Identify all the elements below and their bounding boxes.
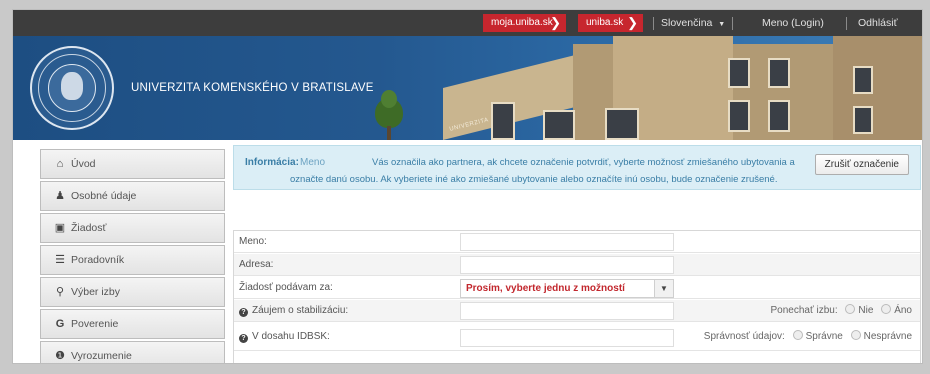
- building-window: [768, 100, 790, 132]
- radio-spravne[interactable]: [792, 330, 803, 340]
- sidebar-item-label: Poradovník: [71, 254, 125, 266]
- caret-down-icon: ▼: [718, 21, 726, 28]
- university-name: UNIVERZITA KOMENSKÉHO V BRATISLAVE: [131, 82, 374, 94]
- radio-nespravne-label: Nesprávne: [863, 331, 912, 342]
- stabilizacia-label: ? Záujem o stabilizáciu:: [239, 300, 348, 322]
- stabilizacia-label-text: Záujem o stabilizáciu:: [252, 305, 349, 316]
- separator: [653, 17, 654, 30]
- info-partner-name: Meno: [300, 157, 326, 168]
- building-window: [768, 58, 790, 88]
- radio-nie-label: Nie: [858, 305, 874, 316]
- adresa-field[interactable]: [460, 256, 674, 274]
- dosah-label-text: V dosahu IDBSK:: [252, 331, 330, 342]
- ziadost-label: Žiadosť podávam za:: [239, 282, 333, 293]
- building-window: [728, 58, 750, 88]
- sidebar-item-ziadost[interactable]: ▣ Žiadosť: [40, 213, 225, 243]
- radio-nespravne[interactable]: [850, 330, 861, 340]
- sidebar-item-label: Vyrozumenie: [71, 350, 132, 362]
- form-row-adresa: Adresa:: [234, 254, 920, 276]
- top-bar: moja.uniba.sk ❯ uniba.sk ❯ Slovenčina ▼ …: [13, 10, 922, 36]
- sidebar-item-uvod[interactable]: ⌂ Úvod: [40, 149, 225, 179]
- sidebar-item-poradovnik[interactable]: ☰ Poradovník: [40, 245, 225, 275]
- language-select[interactable]: Slovenčina ▼: [661, 10, 725, 36]
- sidebar-item-label: Úvod: [71, 158, 96, 170]
- sidebar-item-vyber-izby[interactable]: ⚲ Výber izby: [40, 277, 225, 307]
- sidebar-item-osobne-udaje[interactable]: ♟ Osobné údaje: [40, 181, 225, 211]
- application-form: Meno: Adresa: Žiadosť podávam za: Prosím…: [233, 230, 921, 363]
- tree-image: [371, 90, 407, 140]
- ziadost-select[interactable]: Prosím, vyberte jednu z možností ▼: [460, 279, 674, 298]
- university-seal-logo: [30, 46, 114, 130]
- uniba-link[interactable]: uniba.sk ❯: [578, 14, 643, 32]
- adresa-label: Adresa:: [239, 259, 274, 270]
- page-frame: moja.uniba.sk ❯ uniba.sk ❯ Slovenčina ▼ …: [12, 9, 923, 364]
- sidebar-item-label: Žiadosť: [71, 222, 107, 234]
- building-window: [543, 110, 575, 140]
- ponechat-izbu-group: Ponechať izbu: Nie Áno: [770, 300, 912, 322]
- building-window: [728, 100, 750, 132]
- form-row-dosah: ? V dosahu IDBSK: Správnosť údajov: Správ…: [234, 323, 920, 351]
- info-title: Informácia:: [245, 157, 299, 168]
- uniba-label: uniba.sk: [586, 17, 624, 28]
- sidebar-item-vyrozumenie[interactable]: ❶ Vyrozumenie: [40, 341, 225, 363]
- form-row-meno: Meno:: [234, 231, 920, 253]
- building-window: [605, 108, 639, 140]
- meno-label: Meno:: [239, 236, 267, 247]
- cancel-marking-button[interactable]: Zrušiť označenie: [814, 154, 909, 175]
- stabilizacia-field[interactable]: [460, 302, 674, 320]
- info-icon: ❶: [55, 350, 65, 362]
- building-window: [491, 102, 515, 140]
- list-icon: ☰: [55, 254, 65, 266]
- sidebar-item-poverenie[interactable]: G Poverenie: [40, 309, 225, 339]
- chevron-right-icon: ❯: [627, 15, 638, 30]
- info-text-line2: označte danú osobu. Ak vyberiete iné ako…: [290, 174, 778, 185]
- radio-nie[interactable]: [845, 304, 856, 314]
- logout-link[interactable]: Odhlásiť: [858, 10, 898, 36]
- language-label: Slovenčina: [661, 17, 713, 29]
- moja-uniba-link[interactable]: moja.uniba.sk ❯: [483, 14, 566, 32]
- sidebar-item-label: Osobné údaje: [71, 190, 137, 202]
- radio-ano[interactable]: [881, 304, 892, 314]
- bulb-icon: ⚲: [55, 286, 65, 298]
- info-text-line1: Vás označila ako partnera, ak chcete ozn…: [372, 157, 795, 168]
- meno-field[interactable]: [460, 233, 674, 251]
- dosah-field[interactable]: [460, 329, 674, 347]
- user-icon: ♟: [55, 190, 65, 202]
- sidebar-item-label: Výber izby: [71, 286, 121, 298]
- help-icon: ?: [239, 308, 248, 317]
- g-icon: G: [55, 318, 65, 330]
- building-window: [853, 66, 873, 94]
- form-row-stabilizacia: ? Záujem o stabilizáciu: Ponechať izbu: N…: [234, 300, 920, 322]
- radio-spravne-label: Správne: [805, 331, 843, 342]
- moja-uniba-label: moja.uniba.sk: [491, 17, 553, 28]
- header-banner: UNIVERZITA UNIVERZITA KOMENSKÉHO V BRATI…: [13, 36, 922, 140]
- separator: [732, 17, 733, 30]
- chevron-right-icon: ❯: [550, 15, 561, 30]
- ziadost-select-value: Prosím, vyberte jednu z možností: [466, 283, 625, 294]
- login-link[interactable]: Meno (Login): [762, 10, 824, 36]
- info-alert: Informácia: Meno Vás označila ako partne…: [233, 145, 921, 190]
- radio-ano-label: Áno: [894, 305, 912, 316]
- building-image: [833, 36, 922, 140]
- help-icon: ?: [239, 334, 248, 343]
- separator: [846, 17, 847, 30]
- home-icon: ⌂: [56, 158, 64, 170]
- card-icon: ▣: [54, 222, 66, 234]
- dosah-label: ? V dosahu IDBSK:: [239, 323, 330, 351]
- spravnost-group: Správnosť údajov: Správne Nesprávne: [704, 323, 912, 351]
- spravnost-label: Správnosť údajov:: [703, 331, 785, 342]
- caret-down-icon: ▼: [654, 280, 673, 297]
- form-row-ziadost: Žiadosť podávam za: Prosím, vyberte jedn…: [234, 277, 920, 299]
- sidebar-item-label: Poverenie: [71, 318, 119, 330]
- building-window: [853, 106, 873, 134]
- ponechat-label: Ponechať izbu:: [770, 305, 838, 316]
